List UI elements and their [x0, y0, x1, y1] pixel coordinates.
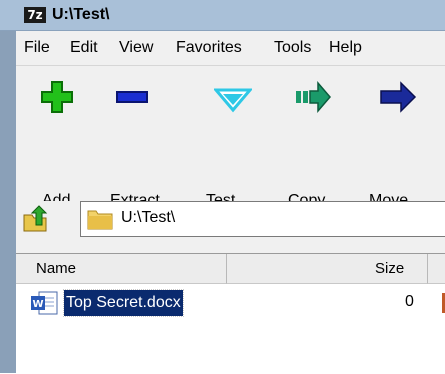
copy-button[interactable] — [278, 76, 348, 146]
address-bar: U:\Test\ — [16, 201, 445, 241]
plus-icon — [41, 81, 73, 113]
window-title: U:\Test\ — [52, 6, 110, 23]
title-bar[interactable]: 7z U:\Test\ — [0, 0, 445, 31]
column-size-label: Size — [375, 260, 405, 277]
svg-text:W: W — [32, 299, 43, 310]
client-area: File Edit View Favorites Tools Help U:\T… — [16, 31, 445, 374]
copy-arrow-icon — [296, 80, 331, 114]
extract-button[interactable] — [97, 76, 167, 146]
app-window: 7z U:\Test\ File Edit View Favorites Too… — [0, 0, 445, 374]
move-button[interactable] — [363, 76, 433, 146]
column-header-next[interactable] — [428, 254, 445, 284]
menu-edit[interactable]: Edit — [70, 39, 98, 57]
folder-icon — [87, 210, 113, 230]
minus-icon — [116, 91, 148, 103]
address-path: U:\Test\ — [121, 209, 176, 226]
check-icon — [214, 88, 252, 113]
folder-up-icon[interactable] — [22, 205, 52, 233]
menu-view[interactable]: View — [119, 39, 153, 57]
menu-file[interactable]: File — [24, 39, 50, 57]
move-arrow-icon — [380, 81, 417, 113]
file-name[interactable]: Top Secret.docx — [63, 289, 184, 317]
menu-tools[interactable]: Tools — [274, 39, 311, 57]
toolbar: Add Extract Test Copy Move — [16, 66, 445, 221]
address-field[interactable]: U:\Test\ — [80, 201, 445, 237]
add-button[interactable] — [22, 76, 92, 146]
word-document-icon: W — [31, 291, 58, 315]
menu-bar: File Edit View Favorites Tools Help — [16, 31, 445, 66]
file-size: 0 — [405, 293, 414, 310]
column-header-size[interactable]: Size — [227, 254, 428, 284]
column-name-label: Name — [36, 260, 77, 277]
menu-help[interactable]: Help — [329, 39, 362, 57]
file-list[interactable]: Name Size W Top Secret.docx 0 — [16, 253, 445, 374]
test-button[interactable] — [198, 76, 268, 146]
app-icon: 7z — [24, 7, 46, 23]
table-row[interactable]: W Top Secret.docx 0 — [16, 289, 445, 318]
menu-favorites[interactable]: Favorites — [176, 39, 242, 57]
column-header-name[interactable]: Name — [16, 254, 227, 284]
